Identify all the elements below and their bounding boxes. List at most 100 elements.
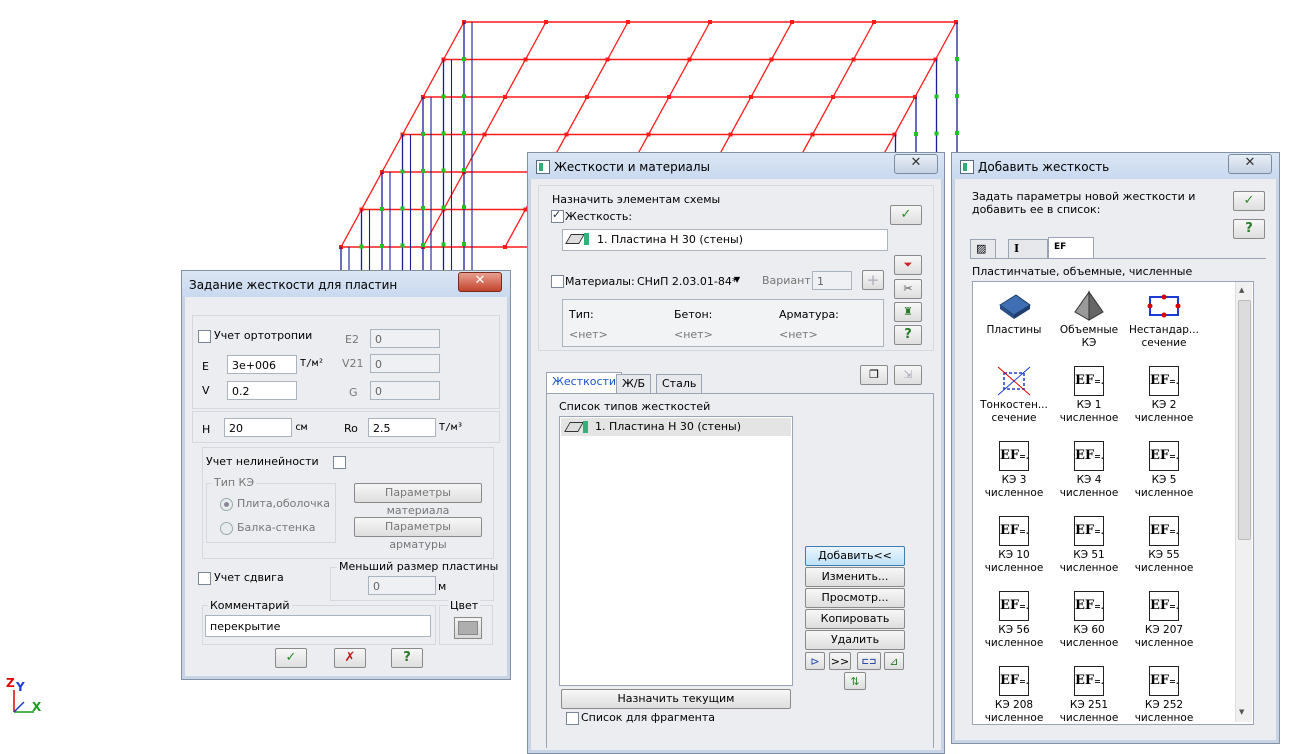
- frame-node: [462, 168, 466, 172]
- title-bar: Жесткости и материалы ✕: [528, 153, 944, 179]
- close-button[interactable]: ✕: [894, 154, 938, 174]
- gallery-tile[interactable]: EF=. КЭ 4 численное: [1054, 438, 1124, 500]
- brush-icon[interactable]: ♜: [894, 302, 922, 322]
- tile-label-1: Нестандар...: [1129, 324, 1199, 336]
- e2-input[interactable]: 0: [370, 329, 440, 348]
- tab-steel[interactable]: Сталь: [656, 374, 703, 393]
- ro-input[interactable]: 2.5: [368, 418, 436, 437]
- current-stiffness-value: 1. Пластина Н 30 (стены): [597, 233, 744, 246]
- col-type-header: Тип:: [569, 308, 594, 321]
- tab-stiffness[interactable]: Жесткости: [546, 372, 623, 393]
- gallery-tile[interactable]: Пластины: [979, 288, 1049, 337]
- gallery-tile[interactable]: EF=. КЭ 208 численное: [979, 663, 1049, 724]
- variant-spinner[interactable]: 1: [812, 271, 852, 290]
- gallery-tile[interactable]: EF=. КЭ 207 численное: [1129, 588, 1199, 650]
- v-input[interactable]: 0.2: [227, 381, 297, 400]
- h-input[interactable]: 20: [224, 418, 292, 437]
- materials-checkbox[interactable]: [551, 275, 564, 288]
- e-input[interactable]: 3e+006: [227, 355, 297, 374]
- delete-button[interactable]: Удалить: [805, 630, 905, 650]
- plate-icon: [564, 422, 584, 432]
- cancel-button[interactable]: ✗: [334, 648, 366, 668]
- type-cell: <нет>: [569, 328, 608, 341]
- assign-ok-button[interactable]: ✓: [890, 205, 922, 225]
- tab-bars[interactable]: ▨: [970, 239, 996, 258]
- stiffness-checkbox[interactable]: [551, 208, 564, 223]
- gallery-tile[interactable]: EF=. КЭ 55 численное: [1129, 513, 1199, 575]
- scroll-thumb[interactable]: [1238, 300, 1251, 540]
- assign-label: Назначить элементам схемы: [552, 193, 721, 206]
- gallery-tile[interactable]: EF=. КЭ 252 численное: [1129, 663, 1199, 724]
- help-button[interactable]: ?: [1233, 219, 1265, 239]
- frame-node: [421, 169, 425, 173]
- gallery-tile[interactable]: EF=. КЭ 10 численное: [979, 513, 1049, 575]
- g-input[interactable]: 0: [370, 381, 440, 400]
- rebar-params-button[interactable]: Параметры арматуры: [354, 517, 482, 551]
- list-label: Список типов жесткостей: [559, 400, 711, 413]
- view-button[interactable]: Просмотр...: [805, 588, 905, 608]
- tab-plates[interactable]: EF: [1048, 237, 1094, 258]
- axis-indicator: Z Y X: [6, 676, 46, 720]
- ok-button[interactable]: ✓: [275, 648, 307, 668]
- axes-icon[interactable]: ⊿: [884, 652, 904, 670]
- help-button[interactable]: ?: [894, 325, 922, 345]
- tile-label-1: КЭ 252: [1144, 699, 1184, 711]
- gallery-tile[interactable]: EF=. КЭ 2 численное: [1129, 363, 1199, 425]
- assign-current-button[interactable]: Назначить текущим: [561, 689, 791, 709]
- filter-icon[interactable]: ⏷: [894, 255, 922, 275]
- gallery-tile[interactable]: EF=. КЭ 51 численное: [1054, 513, 1124, 575]
- scissors-icon[interactable]: ✂: [894, 279, 922, 299]
- gallery-tile[interactable]: EF=. КЭ 5 численное: [1129, 438, 1199, 500]
- orthotropy-checkbox[interactable]: [198, 330, 211, 343]
- paste-list-icon[interactable]: ⇲: [894, 365, 922, 385]
- gallery-tile[interactable]: EF=. КЭ 1 численное: [1054, 363, 1124, 425]
- section-icon[interactable]: ⊏⊐: [857, 652, 881, 670]
- comment-input[interactable]: перекрытие: [205, 615, 431, 637]
- tile-label-1: КЭ 207: [1144, 624, 1184, 636]
- shear-checkbox[interactable]: [198, 572, 211, 585]
- nonlinearity-checkbox[interactable]: [333, 456, 346, 469]
- refresh-icon[interactable]: ⇅: [844, 672, 866, 690]
- tab-sections[interactable]: I: [1008, 239, 1048, 258]
- close-button[interactable]: ✕: [458, 272, 502, 292]
- copy-list-icon[interactable]: ❐: [860, 365, 888, 385]
- add-material-button[interactable]: +: [862, 270, 884, 290]
- v21-input[interactable]: 0: [370, 354, 440, 373]
- gallery-tile[interactable]: Объемные КЭ: [1054, 288, 1124, 350]
- edit-button[interactable]: Изменить...: [805, 567, 905, 587]
- gallery-tile[interactable]: Тонкостен... сечение: [979, 363, 1049, 425]
- current-stiffness-field[interactable]: 1. Пластина Н 30 (стены): [562, 229, 888, 251]
- help-button[interactable]: ?: [391, 648, 423, 668]
- gallery-tile[interactable]: EF=. КЭ 60 численное: [1054, 588, 1124, 650]
- radio-plate-shell[interactable]: [220, 498, 233, 511]
- fragment-checkbox[interactable]: [566, 712, 579, 725]
- filter-select-icon[interactable]: ⊳: [805, 652, 825, 670]
- gallery-tile[interactable]: EF=. КЭ 56 численное: [979, 588, 1049, 650]
- copy-button[interactable]: Копировать: [805, 609, 905, 629]
- tile-label-1: Объемные: [1059, 324, 1119, 336]
- material-params-button[interactable]: Параметры материала: [354, 483, 482, 517]
- stiffness-list[interactable]: 1. Пластина Н 30 (стены): [559, 416, 793, 686]
- scrollbar[interactable]: ▲ ▼: [1235, 282, 1252, 722]
- gallery-tile[interactable]: Нестандар... сечение: [1129, 288, 1199, 350]
- gallery-tile[interactable]: EF=. КЭ 3 численное: [979, 438, 1049, 500]
- ok-button[interactable]: ✓: [1233, 191, 1265, 211]
- scroll-up-icon[interactable]: ▲: [1239, 286, 1244, 294]
- materials-select[interactable]: СНиП 2.03.01-84*: [637, 275, 737, 288]
- gallery-tile[interactable]: EF=. КЭ 251 численное: [1054, 663, 1124, 724]
- chevron-down-icon[interactable]: ▼: [734, 275, 740, 284]
- color-marker: [584, 233, 589, 245]
- tile-label-2: КЭ: [1081, 337, 1097, 349]
- tile-label-2: численное: [1134, 487, 1194, 499]
- list-item[interactable]: 1. Пластина Н 30 (стены): [561, 418, 791, 436]
- stiffness-type-gallery[interactable]: Пластины Объемные КЭ Нестандар... сечение Тон…: [972, 281, 1254, 725]
- add-button[interactable]: Добавить<<: [805, 546, 905, 566]
- scroll-down-icon[interactable]: ▼: [1239, 708, 1244, 716]
- min-size-input[interactable]: 0: [368, 576, 436, 595]
- move-right-button[interactable]: >>: [829, 652, 851, 670]
- e-label: E: [202, 360, 209, 373]
- color-picker-button[interactable]: [454, 617, 482, 639]
- radio-beam-wall[interactable]: [220, 522, 233, 535]
- close-button[interactable]: ✕: [1228, 154, 1272, 174]
- tab-rc[interactable]: Ж/Б: [616, 374, 652, 393]
